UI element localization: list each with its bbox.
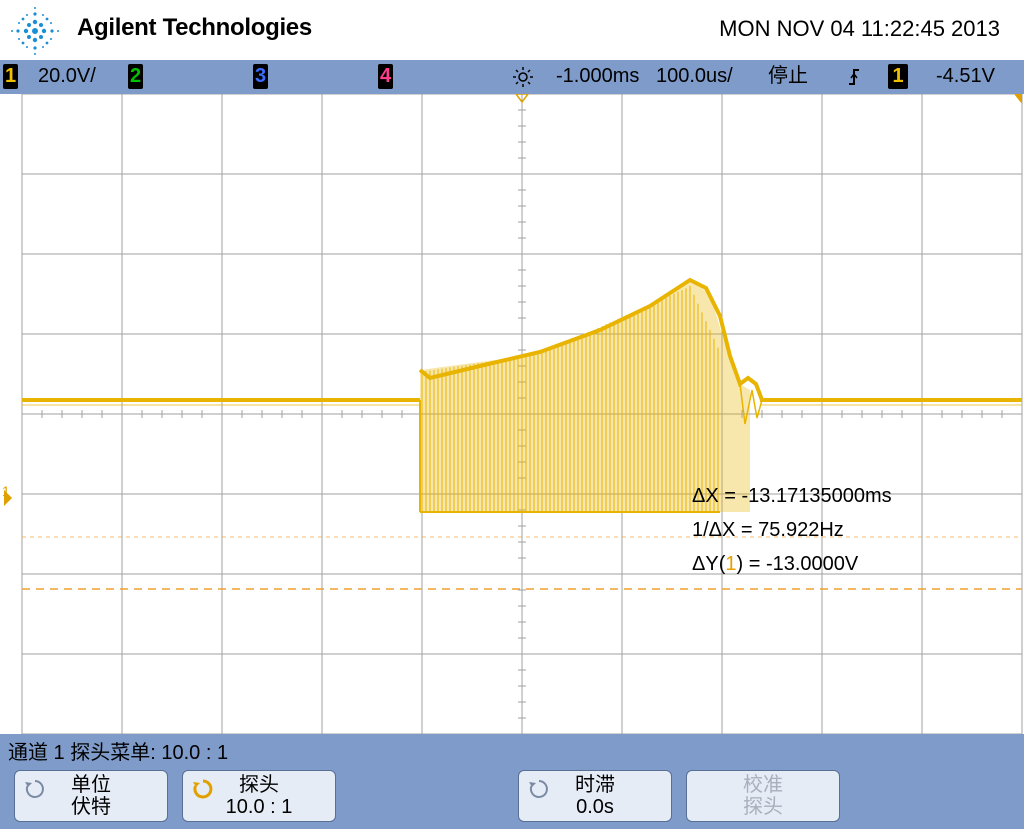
channel-3-indicator[interactable]: 3 <box>253 64 268 89</box>
title-bar: Agilent Technologies MON NOV 04 11:22:45… <box>0 0 1024 60</box>
unit-softkey-value: 伏特 <box>71 796 111 818</box>
delta-y-channel: 1 <box>725 553 737 575</box>
unit-softkey[interactable]: 单位 伏特 <box>14 770 168 822</box>
channel-2-indicator[interactable]: 2 <box>128 64 143 89</box>
probe-softkey-label: 探头 <box>239 774 279 796</box>
channel-1-scale: 20.0V/ <box>38 65 96 87</box>
timebase-value: 100.0us/ <box>656 65 733 87</box>
trigger-edge-icon <box>849 69 859 85</box>
calibrate-softkey-value: 探头 <box>743 796 783 818</box>
skew-softkey[interactable]: 时滞 0.0s <box>518 770 672 822</box>
delta-y-suffix: ) = -13.0000V <box>736 553 859 575</box>
channel-1-indicator[interactable]: 1 <box>3 64 18 89</box>
softkey-panel: 通道 1 探头菜单: 10.0 : 1 单位 伏特 探头 10.0 : 1 时滞… <box>0 734 1024 829</box>
channel-1-marker-label: 1 <box>2 483 10 499</box>
brand-name: Agilent Technologies <box>77 14 312 41</box>
delta-y-readout: ΔY(1) = -13.0000V <box>692 553 858 576</box>
run-state: 停止 <box>768 65 808 87</box>
inverse-delta-x-readout: 1/ΔX = 75.922Hz <box>692 519 844 541</box>
graticule: 1 <box>2 94 1023 734</box>
delta-y-prefix: ΔY( <box>692 553 726 575</box>
skew-softkey-value: 0.0s <box>576 796 614 818</box>
time-reference-marker <box>1014 94 1022 104</box>
delay-value: -1.000ms <box>556 65 640 87</box>
delay-sun-icon <box>513 67 533 87</box>
unit-softkey-label: 单位 <box>71 774 111 796</box>
channel-4-indicator[interactable]: 4 <box>378 64 393 89</box>
waveform-display[interactable]: 1 <box>0 94 1024 734</box>
probe-softkey-value: 10.0 : 1 <box>225 796 293 818</box>
calibrate-softkey-label: 校准 <box>743 774 783 796</box>
agilent-spark-logo <box>11 7 59 55</box>
delta-x-readout: ΔX = -13.17135000ms <box>692 485 892 507</box>
status-bar: 1 20.0V/ 2 3 4 -1.000ms 100.0us/ 停止 1 -4… <box>0 60 1024 94</box>
trigger-source[interactable]: 1 <box>888 64 908 89</box>
date-time: MON NOV 04 11:22:45 2013 <box>719 16 1000 41</box>
trigger-level: -4.51V <box>936 65 995 87</box>
skew-softkey-label: 时滞 <box>575 774 615 796</box>
calibrate-probe-softkey[interactable]: 校准 探头 <box>686 770 840 822</box>
probe-softkey[interactable]: 探头 10.0 : 1 <box>182 770 336 822</box>
menu-title: 通道 1 探头菜单: 10.0 : 1 <box>8 742 229 764</box>
